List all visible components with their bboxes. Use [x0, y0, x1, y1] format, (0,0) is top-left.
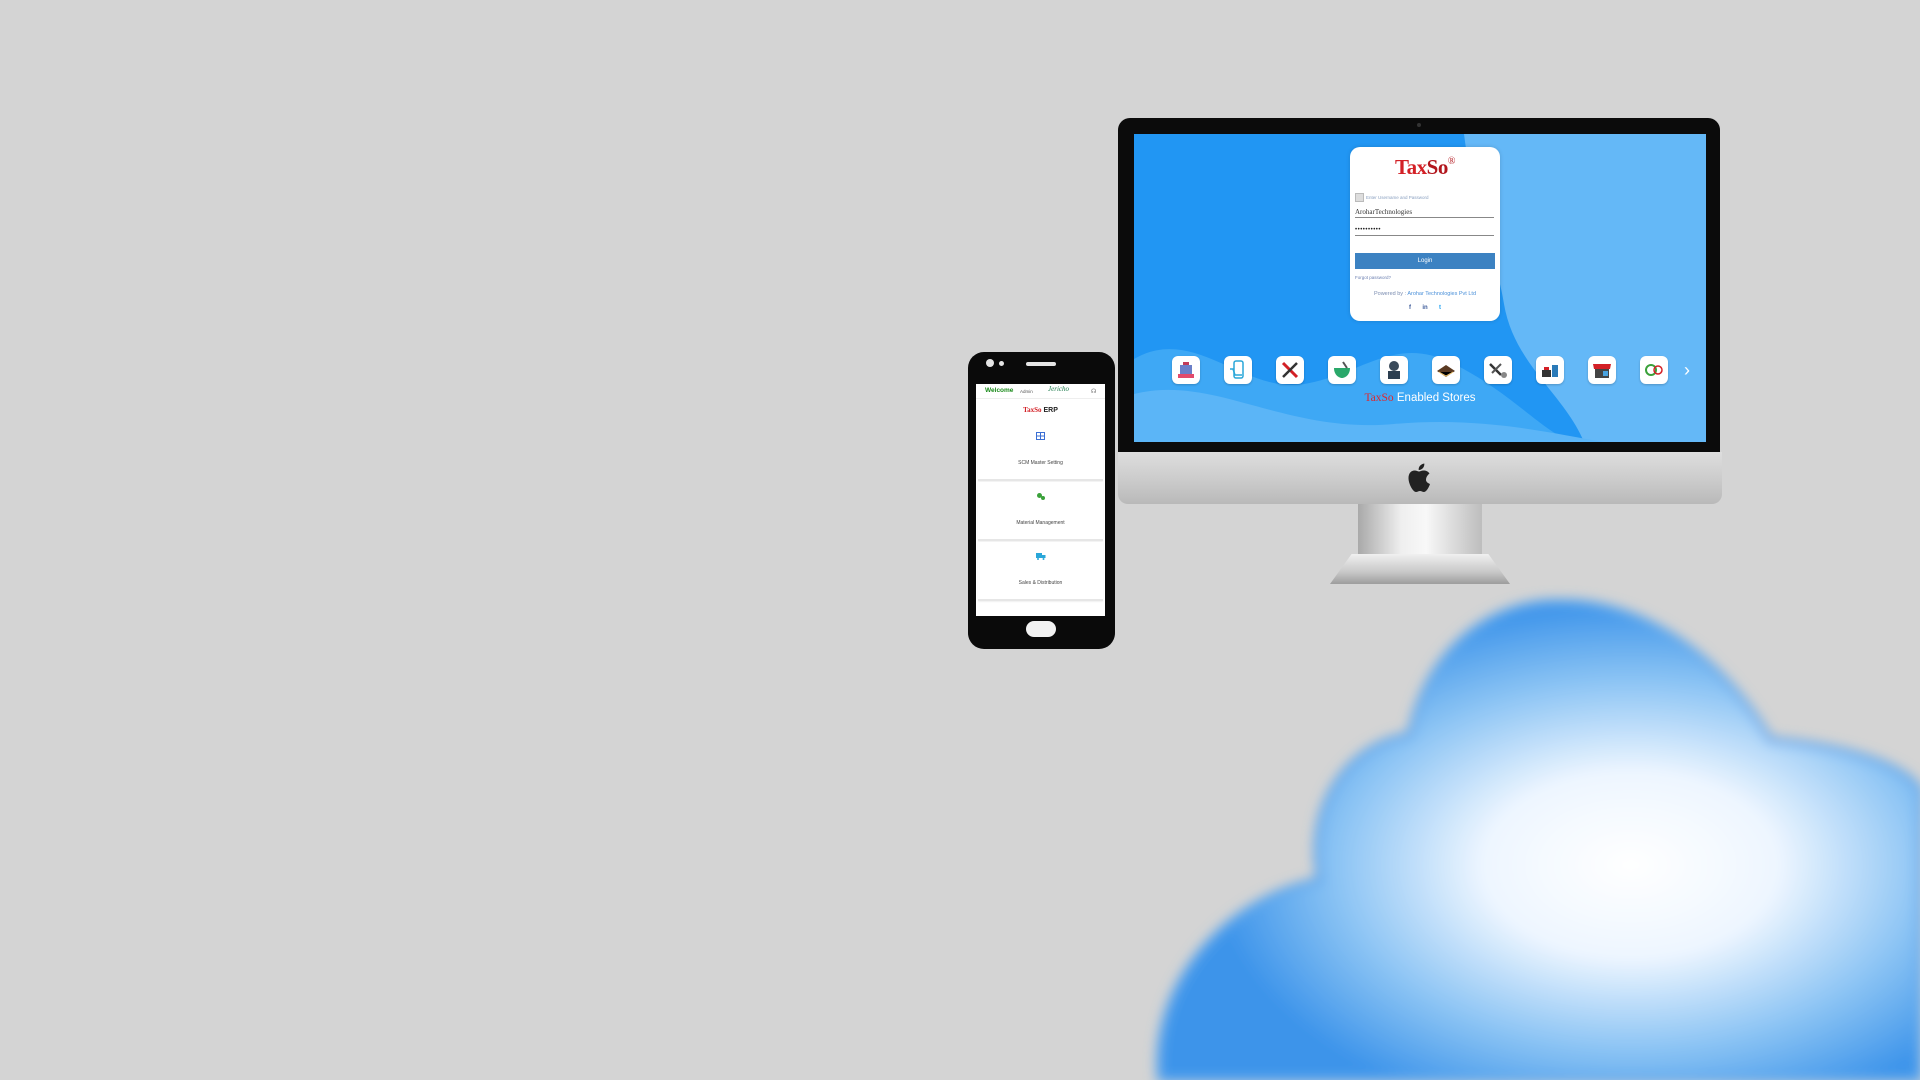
- home-button[interactable]: [1026, 621, 1056, 637]
- building-store-icon[interactable]: [1172, 356, 1200, 384]
- app-title: TaxSo ERP: [1023, 406, 1058, 414]
- welcome-text: Welcome: [985, 387, 1014, 394]
- info-icon: [1355, 193, 1364, 202]
- grid-icon: [978, 432, 1103, 442]
- furniture-store-icon[interactable]: [1536, 356, 1564, 384]
- smartphone: Welcome Admin Jericho ☊ TaxSo ERP SCM Ma…: [968, 352, 1115, 649]
- imac-screen: TaxSo® Enter Username and Password Aroha…: [1134, 134, 1706, 442]
- user-name: Admin: [1020, 389, 1033, 394]
- login-button[interactable]: Login: [1355, 253, 1495, 269]
- login-card: TaxSo® Enter Username and Password Aroha…: [1350, 147, 1500, 321]
- welding-worker-icon[interactable]: [1380, 356, 1408, 384]
- company-link[interactable]: Arohar Technologies Pvt Ltd: [1407, 291, 1476, 297]
- menu-card-sales[interactable]: Sales & Distribution: [978, 542, 1103, 601]
- menu-card-material[interactable]: Material Management: [978, 482, 1103, 541]
- gift-icon[interactable]: [1640, 356, 1668, 384]
- forgot-password-link[interactable]: Forgot password?: [1355, 275, 1391, 280]
- login-hint: Enter Username and Password: [1355, 193, 1429, 202]
- apple-logo-icon: [1408, 463, 1430, 492]
- powered-by: Powered by : Arohar Technologies Pvt Ltd: [1373, 291, 1477, 297]
- pharmacy-mortar-icon[interactable]: [1328, 356, 1356, 384]
- sensor: [999, 361, 1004, 366]
- camera-dot: [1417, 123, 1421, 127]
- hardware-tools-icon[interactable]: [1484, 356, 1512, 384]
- gears-icon: [978, 492, 1103, 503]
- phone-header: Welcome Admin Jericho ☊: [976, 384, 1105, 399]
- market-stall-icon[interactable]: [1588, 356, 1616, 384]
- password-field[interactable]: ••••••••••: [1355, 225, 1494, 236]
- tools-icon[interactable]: [1276, 356, 1304, 384]
- headset-icon[interactable]: ☊: [1091, 388, 1096, 395]
- mobile-cart-icon[interactable]: [1224, 356, 1252, 384]
- imac-stand-foot: [1330, 554, 1510, 584]
- store-icons-row: [1172, 356, 1668, 384]
- twitter-icon[interactable]: t: [1437, 305, 1444, 311]
- linkedin-icon[interactable]: in: [1422, 305, 1429, 311]
- imac-stand-neck: [1358, 504, 1482, 554]
- front-camera: [986, 359, 994, 367]
- truck-icon: [978, 552, 1103, 562]
- social-links: f in t: [1350, 305, 1500, 311]
- client-logo: Jericho: [1048, 385, 1069, 393]
- next-arrow-icon[interactable]: ›: [1684, 356, 1690, 384]
- taxso-logo: TaxSo®: [1395, 155, 1455, 179]
- book-store-icon[interactable]: [1432, 356, 1460, 384]
- facebook-icon[interactable]: f: [1407, 305, 1414, 311]
- username-field[interactable]: AroharTechnologies: [1355, 207, 1494, 218]
- phone-screen: Welcome Admin Jericho ☊ TaxSo ERP SCM Ma…: [976, 384, 1105, 616]
- menu-card-scm[interactable]: SCM Master Setting: [978, 422, 1103, 481]
- stores-caption: TaxSo Enabled Stores: [1364, 392, 1476, 404]
- imac-chin: [1118, 452, 1722, 504]
- speaker-grille: [1026, 362, 1056, 366]
